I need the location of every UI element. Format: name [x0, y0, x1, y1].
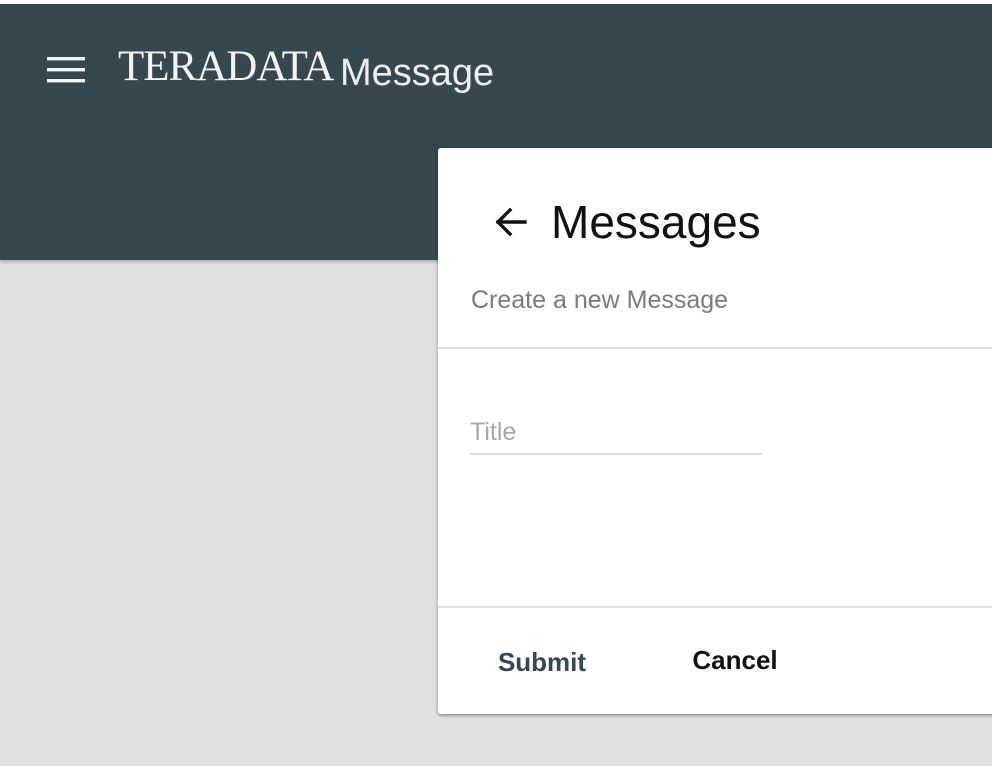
- create-message-card: Messages Create a new Message Submit Can…: [438, 148, 992, 714]
- submit-button[interactable]: Submit: [482, 638, 602, 686]
- brand-logo: TERADATA: [118, 42, 334, 90]
- app-title: Message: [340, 52, 495, 94]
- divider: [438, 606, 992, 608]
- title-field: [470, 412, 762, 456]
- card-subtitle: Create a new Message: [471, 286, 729, 314]
- back-button[interactable]: [486, 198, 534, 246]
- card-title: Messages: [551, 196, 761, 248]
- menu-button[interactable]: [36, 44, 96, 96]
- title-underline: [470, 453, 762, 455]
- menu-icon: [47, 57, 85, 83]
- title-input[interactable]: [470, 412, 762, 452]
- arrow-back-icon: [495, 207, 527, 237]
- divider: [438, 347, 992, 349]
- cancel-button[interactable]: Cancel: [678, 636, 792, 684]
